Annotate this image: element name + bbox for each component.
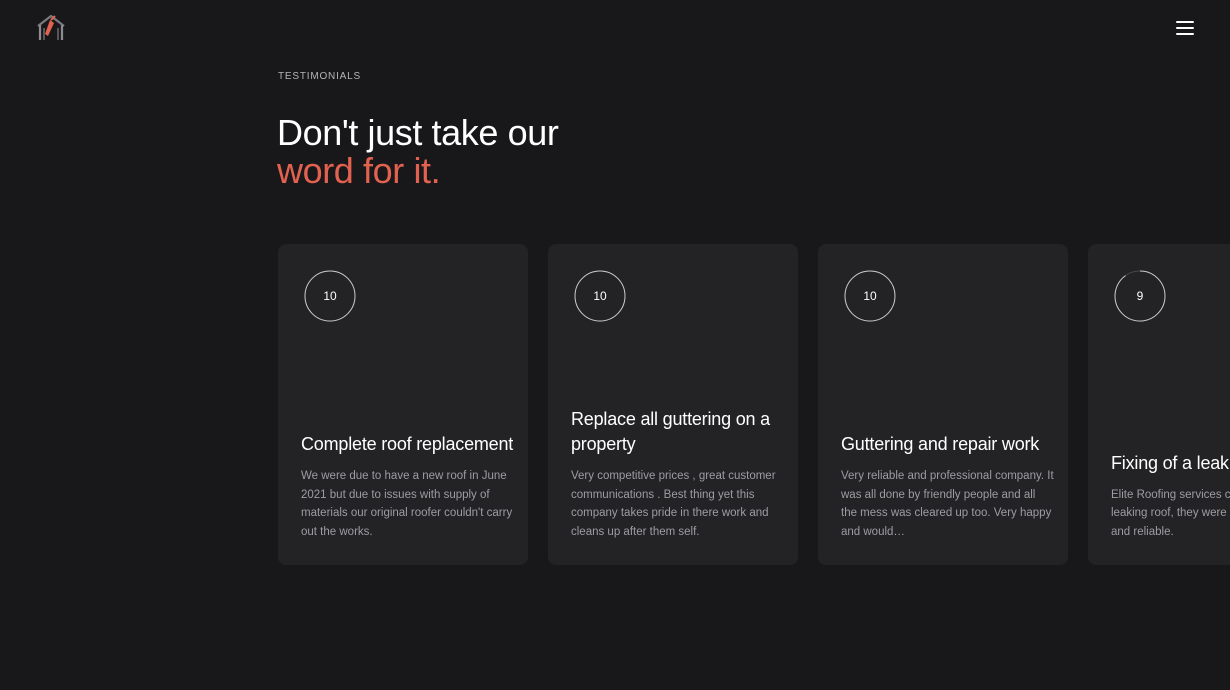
testimonial-title: Replace all guttering on a property [571,409,770,454]
card-body: Replace all guttering on a property Very… [571,407,784,541]
score-value: 10 [323,289,337,303]
menu-bar [1176,27,1194,29]
headline-line-2-accent: word for it. [277,150,441,191]
section-eyebrow: TESTIMONIALS [278,71,361,82]
testimonial-title: Guttering and repair work [841,434,1040,454]
testimonial-card[interactable]: 10 Guttering and repair work Very reliab… [818,244,1068,565]
card-body: Complete roof replacement We were due to… [301,432,514,541]
testimonial-text: We were due to have a new roof in June 2… [301,470,513,538]
score-value: 10 [863,289,877,303]
score-ring: 9 [1114,270,1166,322]
testimonial-carousel[interactable]: 10 Complete roof replacement We were due… [278,244,1230,565]
testimonial-card[interactable]: 9 Fixing of a leaking roof Elite Roofing… [1088,244,1230,565]
testimonial-text: Very competitive prices , great customer… [571,470,776,538]
card-body: Guttering and repair work Very reliable … [841,432,1054,541]
menu-bar [1176,21,1194,23]
section-headline: Don't just take our word for it. [277,112,559,191]
score-value: 10 [593,289,607,303]
score-ring: 10 [844,270,896,322]
hamburger-menu-icon[interactable] [1172,18,1198,38]
menu-bar [1176,33,1194,35]
testimonial-card[interactable]: 10 Replace all guttering on a property V… [548,244,798,565]
testimonial-title: Complete roof replacement [301,434,514,454]
score-ring: 10 [304,270,356,322]
card-body: Fixing of a leaking roof Elite Roofing s… [1111,451,1230,542]
testimonial-text: Very reliable and professional company. … [841,470,1054,538]
testimonial-text: Elite Roofing services came to fix my le… [1111,488,1230,538]
testimonial-card[interactable]: 10 Complete roof replacement We were due… [278,244,528,565]
score-ring: 10 [574,270,626,322]
score-value: 9 [1136,289,1144,303]
house-logo-icon[interactable] [35,14,67,42]
testimonials-page: TESTIMONIALS Don't just take our word fo… [0,0,1230,690]
headline-line-1: Don't just take our [277,112,559,153]
testimonial-title: Fixing of a leaking roof [1111,452,1230,473]
